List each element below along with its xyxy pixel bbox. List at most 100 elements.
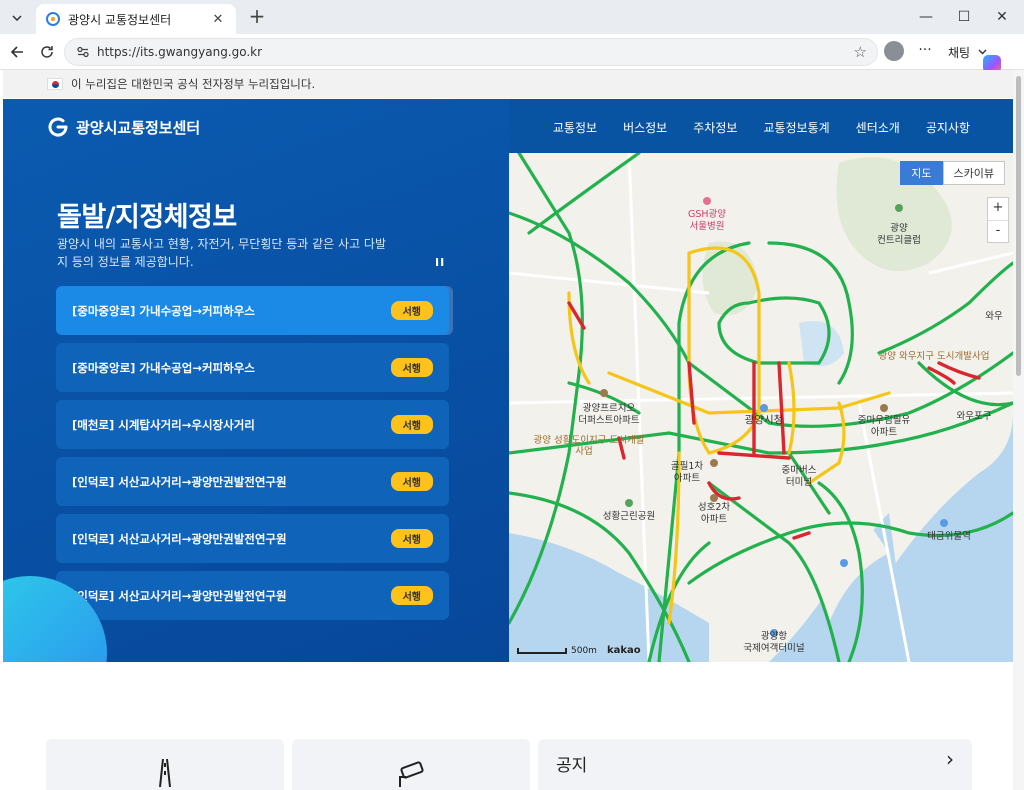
browser-toolbar: https://its.gwangyang.go.kr ☆ ··· 채팅 <box>0 34 1024 73</box>
tab-list-chevron-icon[interactable] <box>6 7 28 29</box>
map-label: 와우 <box>985 310 1003 322</box>
incident-item[interactable]: [중마중앙로] 가내수공업→커피하우스 서행 <box>56 286 449 335</box>
incident-text: [인덕로] 서산교사거리→광양만권발전연구원 <box>72 531 287 546</box>
map-type-skyview-button[interactable]: 스카이뷰 <box>942 161 1005 185</box>
incident-item[interactable]: [인덕로] 서산교사거리→광양만권발전연구원 서행 <box>56 571 449 620</box>
address-bar[interactable]: https://its.gwangyang.go.kr ☆ <box>64 38 878 66</box>
window-close-icon[interactable]: ✕ <box>984 6 1020 28</box>
chevron-right-icon[interactable]: › <box>946 747 954 771</box>
copilot-chat-button[interactable]: 채팅 <box>940 39 1001 73</box>
close-tab-icon[interactable]: ✕ <box>210 11 226 27</box>
map-label: 광양 와우지구 도시개발사업 <box>879 350 990 362</box>
zoom-out-button[interactable]: - <box>988 220 1008 242</box>
map-label: 와우포구 <box>957 410 992 422</box>
tab-title: 광양시 교통정보센터 <box>68 12 172 27</box>
scale-label: 500m <box>571 645 597 656</box>
map-label: 성호2차 <box>698 501 731 513</box>
minimize-icon[interactable]: — <box>908 6 944 28</box>
site-favicon-icon <box>46 12 60 26</box>
incident-text: [인덕로] 서산교사거리→광양만권발전연구원 <box>72 474 287 489</box>
map-label: 광양시청 <box>745 414 784 426</box>
nav-item-parking[interactable]: 주차정보 <box>693 119 737 136</box>
map-label: 태금위물역 <box>927 530 971 542</box>
incident-text: [중마중앙로] 가내수공업→커피하우스 <box>72 303 255 318</box>
quick-card-cctv[interactable] <box>292 739 530 790</box>
road-icon <box>159 759 171 787</box>
map-label: 광양 성황도이지구 도시개발 <box>534 434 645 446</box>
map-label: 중마우림필유 <box>858 414 911 426</box>
profile-avatar-icon[interactable] <box>884 41 904 61</box>
nav-item-notice[interactable]: 공지사항 <box>926 119 970 136</box>
zoom-control: + - <box>987 197 1009 243</box>
status-badge: 서행 <box>390 472 433 491</box>
status-badge: 서행 <box>390 529 433 548</box>
incident-text: [매천로] 시계탑사거리→우시장사거리 <box>72 417 255 432</box>
map-label: 아파트 <box>871 427 897 438</box>
nav-item-about[interactable]: 센터소개 <box>856 119 900 136</box>
pause-button[interactable]: II <box>435 256 445 269</box>
map-label: 광양 <box>890 222 908 234</box>
nav-item-bus[interactable]: 버스정보 <box>623 119 667 136</box>
map-label: 더퍼스트아파트 <box>578 415 639 426</box>
browser-tab[interactable]: 광양시 교통정보센터 ✕ <box>36 4 236 34</box>
copilot-label: 채팅 <box>948 45 971 60</box>
incident-item[interactable]: [인덕로] 서산교사거리→광양만권발전연구원 서행 <box>56 514 449 563</box>
chevron-down-icon <box>978 49 987 55</box>
status-badge: 서행 <box>390 586 433 605</box>
notice-title: 공지 <box>556 756 588 776</box>
incident-item[interactable]: [중마중앙로] 가내수공업→커피하우스 서행 <box>56 343 449 392</box>
map-label: 아파트 <box>674 473 700 484</box>
site-logo-text: 광양시교통정보센터 <box>76 118 201 137</box>
traffic-map[interactable]: GSH광양 서울병원 광양 컨트리클럽 와우 광양 와우지구 도시개발사업 광양… <box>509 153 1013 662</box>
site-logo-icon <box>48 117 68 137</box>
browser-tabbar: 광양시 교통정보센터 ✕ + — ☐ ✕ <box>0 0 1024 34</box>
status-badge: 서행 <box>390 358 433 377</box>
incident-list: [중마중앙로] 가내수공업→커피하우스 서행 [중마중앙로] 가내수공업→커피하우… <box>56 286 449 628</box>
more-options-icon[interactable]: ··· <box>914 41 936 63</box>
status-badge: 서행 <box>390 301 433 320</box>
map-label: 사업 <box>575 445 592 457</box>
map-type-switch: 지도 스카이뷰 <box>900 161 1005 185</box>
incident-item[interactable]: [매천로] 시계탑사거리→우시장사거리 서행 <box>56 400 449 449</box>
status-badge: 서행 <box>390 415 433 434</box>
new-tab-button[interactable]: + <box>246 6 268 28</box>
map-label: 국제여객터미널 <box>743 642 804 654</box>
nav-item-stats[interactable]: 교통정보통계 <box>763 119 829 136</box>
back-arrow-icon[interactable] <box>6 41 28 63</box>
nav-item-traffic[interactable]: 교통정보 <box>553 119 597 136</box>
map-type-map-button[interactable]: 지도 <box>900 161 943 185</box>
gov-banner-text: 이 누리집은 대한민국 공식 전자정부 누리집입니다. <box>71 77 316 91</box>
hero-section: 광양시교통정보센터 교통정보 버스정보 주차정보 교통정보통계 센터소개 공지사… <box>3 99 1013 662</box>
quick-cards: 공지 › <box>46 739 976 790</box>
map-provider-logo[interactable]: kakao <box>607 645 641 656</box>
map-label: 터미널 <box>786 477 812 488</box>
incident-text: [인덕로] 서산교사거리→광양만권발전연구원 <box>72 588 287 603</box>
incident-text: [중마중앙로] 가내수공업→커피하우스 <box>72 360 255 375</box>
favorite-star-icon[interactable]: ☆ <box>854 43 867 61</box>
cctv-camera-icon <box>399 761 424 787</box>
map-canvas[interactable]: GSH광양 서울병원 광양 컨트리클럽 와우 광양 와우지구 도시개발사업 광양… <box>509 153 1013 662</box>
scrollbar-thumb[interactable] <box>1016 76 1021 376</box>
section-description: 광양시 내의 교통사고 현황, 자전거, 무단횡단 등과 같은 사고 다발지 등… <box>57 237 387 269</box>
incident-item[interactable]: [인덕로] 서산교사거리→광양만권발전연구원 서행 <box>56 457 449 506</box>
section-title: 돌발/지정체정보 <box>57 202 237 233</box>
map-label: 광양프르지오 <box>583 402 636 414</box>
map-label: 성황근린공원 <box>603 511 655 522</box>
scale-bar <box>517 647 567 654</box>
page-scrollbar[interactable] <box>1013 70 1024 790</box>
map-label: 골필1차 <box>671 460 704 472</box>
quick-card-road[interactable] <box>46 739 284 790</box>
korea-flag-icon <box>47 78 63 90</box>
map-label: GSH광양 <box>688 208 726 220</box>
map-label: 서울병원 <box>690 221 725 232</box>
main-nav: 교통정보 버스정보 주차정보 교통정보통계 센터소개 공지사항 <box>527 119 970 136</box>
map-scale: 500m kakao <box>517 645 641 656</box>
zoom-in-button[interactable]: + <box>988 198 1008 220</box>
site-logo[interactable]: 광양시교통정보센터 <box>46 115 200 139</box>
reload-icon[interactable] <box>36 41 58 63</box>
notice-card[interactable]: 공지 › <box>538 739 972 790</box>
maximize-icon[interactable]: ☐ <box>946 6 982 28</box>
map-label: 아파트 <box>701 514 727 525</box>
map-label: 광양항 <box>761 630 787 642</box>
site-info-icon[interactable] <box>75 44 91 60</box>
